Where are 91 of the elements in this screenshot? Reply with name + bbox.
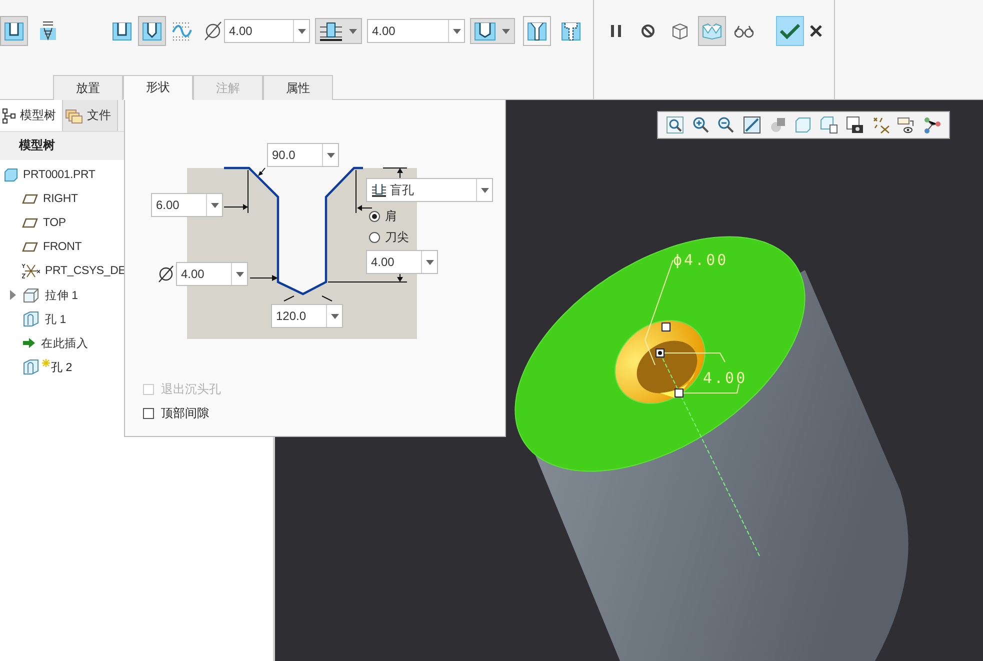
caret-icon [330,314,338,318]
saved-views-icon[interactable] [820,116,838,134]
sidebar-tab[interactable]: 模型树 [0,100,63,131]
countersink-angle-field[interactable]: 90.0 [267,143,339,167]
pause-icon [608,23,624,39]
dimension-arrow [258,168,266,176]
plane-icon [22,217,38,229]
blind-depth-icon [371,183,387,197]
caret-icon [298,28,306,34]
panel-tab[interactable]: 放置 [53,75,123,100]
depth-field[interactable]: 4.00 [367,19,465,43]
tip-angle-field[interactable]: 120.0 [271,304,343,328]
dimension-arrow [382,168,408,178]
caret-icon [452,28,460,34]
caret-icon [210,202,218,208]
tree-item[interactable]: RIGHT [43,193,78,205]
apply-button[interactable] [776,16,804,46]
depth-direction-button[interactable] [470,18,515,44]
panel-tab[interactable]: 形状 [123,75,193,100]
tree-item[interactable]: 拉伸 1 [45,288,78,302]
dimension-arrow [356,170,372,214]
tree-item[interactable]: 在此插入 [41,336,88,350]
glasses-icon [734,24,754,38]
caret-icon [236,272,244,276]
network-nodes-icon[interactable] [923,116,942,134]
tree-item[interactable]: PRT0001.PRT [23,169,96,181]
shading-icon[interactable] [768,116,787,134]
tree-icon [2,108,16,124]
flip-button[interactable] [523,16,551,46]
diameter-icon [158,264,174,284]
caret-icon [326,152,334,158]
hole-depth-icon [473,20,497,42]
caret-icon [349,28,357,34]
simple-hole-icon [3,20,25,42]
wireframe-cube-icon [670,22,690,40]
threaded-hole-icon [37,20,59,42]
plane-icon [22,241,38,253]
flat-bottom-hole-icon [111,20,133,42]
drill-point-hole-icon [141,20,163,42]
drag-handle[interactable] [674,388,684,398]
camera-icon[interactable] [846,116,864,134]
prohibited-icon [640,23,656,39]
tree-item[interactable]: FRONT [43,241,82,253]
blind-depth-icon [318,20,344,42]
diameter-icon [204,21,222,41]
coordinate-system-icon [22,263,40,279]
panel-tab[interactable]: 属性 [263,75,333,100]
tree-item[interactable]: 孔 2 [51,360,72,374]
caret-icon [426,260,434,264]
plane-icon [22,193,38,205]
depth-field[interactable]: 4.00 [366,250,438,274]
countersink-hole-icon [526,20,548,42]
extrude-icon [22,287,40,303]
close-icon [810,25,822,37]
depth-reference-radio[interactable]: 刀尖 [369,229,409,245]
dimension-arrow [250,275,278,281]
tree-item[interactable]: PRT_CSYS_DE [45,265,126,277]
hole-feature-icon [22,359,40,375]
dimension-arrow [284,296,332,302]
zoom-out-icon[interactable] [717,116,736,134]
datum-display-icon[interactable] [872,116,890,134]
option-checkbox[interactable]: 顶部间隙 [143,405,505,421]
zoom-fit-icon[interactable] [666,116,684,134]
diameter-field[interactable]: 4.00 [176,262,248,286]
center-handle[interactable] [656,348,664,358]
countersink-diameter-field[interactable]: 6.00 [151,193,223,217]
sidebar-tab[interactable]: 文件 [63,100,118,131]
folders-icon [65,108,83,124]
diameter-field[interactable]: 4.00 [224,19,310,43]
depth-option-button[interactable] [315,18,362,44]
arrow-right-icon [22,337,36,349]
hole-profile-button[interactable] [138,16,166,46]
zoom-in-icon[interactable] [692,116,710,134]
refit-icon[interactable] [743,116,762,134]
tree-item[interactable]: 孔 1 [45,312,66,326]
depth-reference-radio[interactable]: 肩 [369,208,409,224]
solid-geometry-icon [701,22,723,40]
checkmark-icon [779,22,801,40]
cube-icon [4,168,18,182]
counterbore-hole-icon [560,20,582,42]
depth-type-dropdown[interactable]: 盲孔 [366,178,493,202]
hole-type-button[interactable] [0,16,28,46]
caret-icon [480,188,488,192]
tree-item[interactable]: TOP [43,217,66,229]
dimension-arrow [224,170,248,214]
sketch-profile-icon [171,20,193,42]
drag-handle[interactable] [662,322,670,332]
hole-feature-icon [22,311,40,327]
caret-icon [502,28,510,34]
annotation-display-icon[interactable] [897,116,916,134]
expand-caret-icon[interactable] [8,290,18,300]
